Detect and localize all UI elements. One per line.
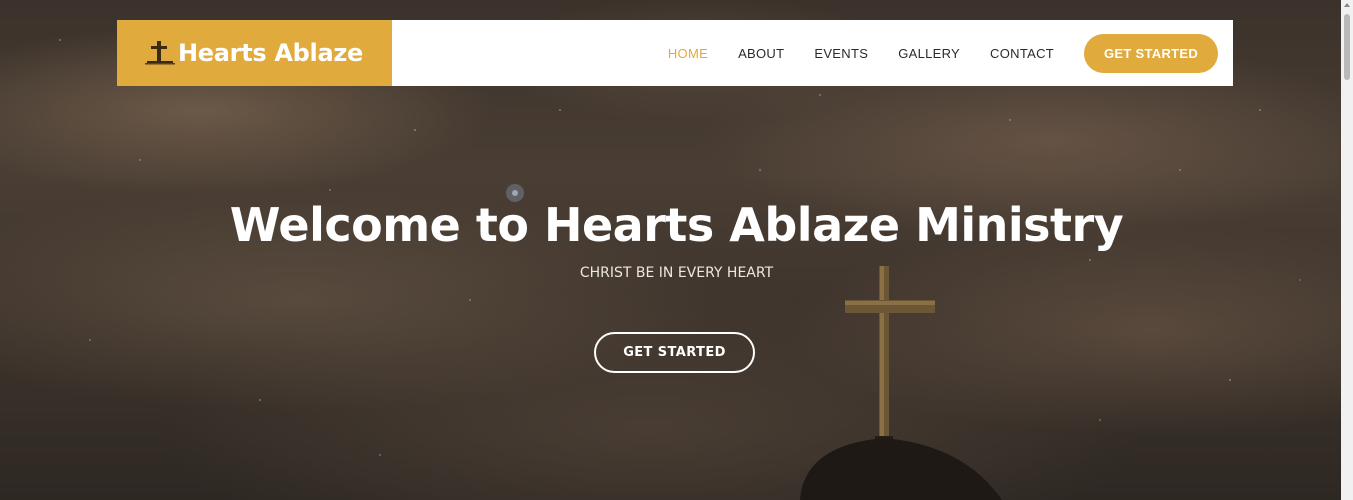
header-get-started-button[interactable]: GET STARTED (1084, 33, 1218, 73)
brand-name: Hearts Ablaze (178, 39, 364, 67)
hero-get-started-button[interactable]: GET STARTED (594, 332, 755, 373)
church-cross-silhouette (800, 266, 1002, 500)
hero-subtitle: CHRIST BE IN EVERY HEART (579, 265, 774, 281)
nav-contact[interactable]: CONTACT (990, 46, 1054, 61)
scrollbar-thumb[interactable] (1344, 14, 1350, 80)
nav-gallery[interactable]: GALLERY (898, 46, 960, 61)
site-header: Hearts Ablaze HOME ABOUT EVENTS GALLERY … (117, 20, 1233, 86)
hero-title: Welcome to Hearts Ablaze Ministry (229, 198, 1124, 252)
nav-about[interactable]: ABOUT (738, 46, 784, 61)
nav-home[interactable]: HOME (668, 46, 708, 61)
nav-events[interactable]: EVENTS (814, 46, 868, 61)
cross-icon (145, 39, 175, 67)
brand-logo[interactable]: Hearts Ablaze (117, 20, 392, 86)
scroll-up-arrow-icon[interactable] (1344, 3, 1350, 7)
main-nav: HOME ABOUT EVENTS GALLERY CONTACT GET ST… (638, 33, 1218, 73)
